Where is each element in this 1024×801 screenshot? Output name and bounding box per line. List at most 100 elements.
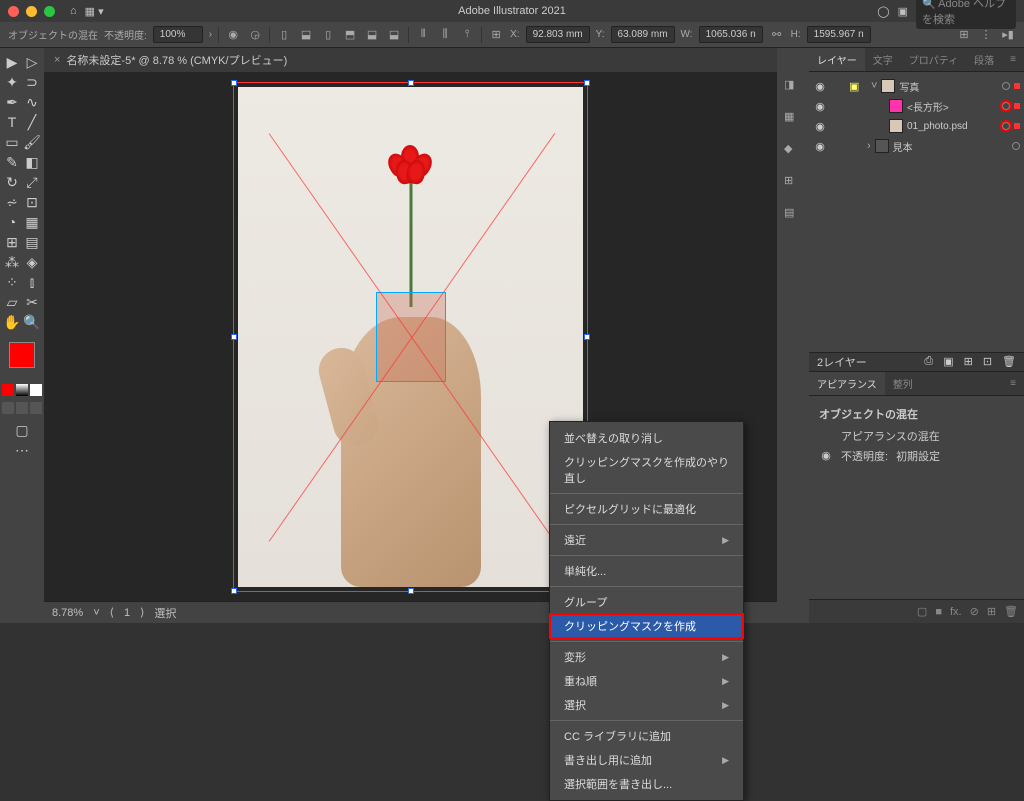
- mesh-tool[interactable]: ⊞: [2, 232, 22, 252]
- hand-tool[interactable]: ✋: [2, 312, 22, 332]
- opacity-arrow[interactable]: ›: [209, 29, 212, 40]
- target-icon[interactable]: [1012, 142, 1020, 150]
- align-bottom-icon[interactable]: ⬓: [386, 27, 402, 43]
- rect-tool[interactable]: ▭: [2, 132, 22, 152]
- free-transform-tool[interactable]: ⊡: [22, 192, 42, 212]
- artboard-tool[interactable]: ▱: [2, 292, 22, 312]
- style-icon[interactable]: ◉: [225, 27, 241, 43]
- locate-layer-icon[interactable]: ⎙: [924, 355, 933, 368]
- cm-cc-library[interactable]: CC ライブラリに追加: [550, 724, 743, 748]
- recolor-icon[interactable]: ◶: [247, 27, 263, 43]
- visibility-icon[interactable]: ◉: [813, 100, 827, 113]
- dist-h-icon[interactable]: ⫴: [415, 27, 431, 43]
- new-sublayer-icon[interactable]: ⊞: [964, 355, 973, 368]
- cm-perspective[interactable]: 遠近▶: [550, 528, 743, 552]
- align-right-icon[interactable]: ▯: [320, 27, 336, 43]
- add-fill-icon[interactable]: ■: [935, 606, 942, 618]
- tab-paragraph[interactable]: 段落: [966, 48, 1002, 71]
- delete-icon[interactable]: 🗑: [1004, 605, 1018, 618]
- y-input[interactable]: 63.089 mm: [611, 26, 675, 43]
- graph-tool[interactable]: ⫾: [22, 272, 42, 292]
- gradient-mode[interactable]: [16, 384, 28, 396]
- maximize-window[interactable]: [44, 6, 55, 17]
- transform-anchor-icon[interactable]: ⊞: [488, 27, 504, 43]
- add-effect-icon[interactable]: fx.: [950, 606, 962, 618]
- w-input[interactable]: 1065.036 n: [699, 26, 763, 43]
- blend-tool[interactable]: ◈: [22, 252, 42, 272]
- visibility-icon[interactable]: ◉: [819, 449, 833, 462]
- zoom-level[interactable]: 8.78%: [52, 607, 83, 619]
- layer-row-photo[interactable]: ◉ ▣ ˅ 写真: [809, 76, 1024, 96]
- shaper-tool[interactable]: ✎: [2, 152, 22, 172]
- close-tab-icon[interactable]: ×: [54, 54, 60, 66]
- layer-row-sample[interactable]: ◉ › 見本: [809, 136, 1024, 156]
- delete-layer-icon[interactable]: 🗑: [1002, 355, 1016, 368]
- align-center-icon[interactable]: ⬓: [298, 27, 314, 43]
- rotate-tool[interactable]: ↻: [2, 172, 22, 192]
- scale-tool[interactable]: ⤢: [22, 172, 42, 192]
- target-icon[interactable]: [1002, 82, 1010, 90]
- document-tab[interactable]: × 名称未設定-5* @ 8.78 % (CMYK/プレビュー): [44, 48, 777, 72]
- user-icon[interactable]: ◯: [877, 5, 889, 18]
- make-clip-icon[interactable]: ▣: [943, 355, 953, 368]
- h-input[interactable]: 1595.967 n: [807, 26, 871, 43]
- arrange-docs-icon[interactable]: ▦ ▾: [85, 5, 104, 18]
- fill-stroke-swatch[interactable]: [9, 336, 35, 368]
- draw-normal[interactable]: [2, 402, 14, 414]
- cm-redo[interactable]: クリッピングマスクを作成のやり直し: [550, 450, 743, 490]
- dist-space-icon[interactable]: ⫯: [459, 27, 475, 43]
- dist-v-icon[interactable]: ⫼: [437, 27, 453, 43]
- direct-select-tool[interactable]: ▷: [22, 52, 42, 72]
- link-wh-icon[interactable]: ⚯: [769, 27, 785, 43]
- align-top-icon[interactable]: ⬒: [342, 27, 358, 43]
- target-icon[interactable]: [1002, 102, 1010, 110]
- edit-toolbar[interactable]: ⋯: [12, 440, 32, 460]
- dock-color-icon[interactable]: ◆: [784, 142, 802, 160]
- symbol-sprayer-tool[interactable]: ⁘: [2, 272, 22, 292]
- screen-mode[interactable]: ▢: [12, 420, 32, 440]
- cm-simplify[interactable]: 単純化...: [550, 559, 743, 583]
- align-middle-icon[interactable]: ⬓: [364, 27, 380, 43]
- home-icon[interactable]: ⌂: [70, 5, 77, 17]
- cm-arrange[interactable]: 重ね順▶: [550, 669, 743, 693]
- appearance-opacity-value[interactable]: 初期設定: [896, 448, 940, 464]
- align-left-icon[interactable]: ▯: [276, 27, 292, 43]
- cm-group[interactable]: グループ: [550, 590, 743, 614]
- perspective-tool[interactable]: ▦: [22, 212, 42, 232]
- duplicate-icon[interactable]: ⊞: [987, 605, 996, 618]
- tab-text[interactable]: 文字: [865, 48, 901, 71]
- tab-properties[interactable]: プロパティ: [901, 48, 966, 71]
- new-layer-icon[interactable]: ⊡: [983, 355, 992, 368]
- visibility-icon[interactable]: ◉: [813, 120, 827, 133]
- cm-pixel-grid[interactable]: ピクセルグリッドに最適化: [550, 497, 743, 521]
- add-stroke-icon[interactable]: ▢: [917, 605, 927, 618]
- visibility-icon[interactable]: ◉: [813, 80, 827, 93]
- dock-brushes-icon[interactable]: ▤: [784, 206, 802, 224]
- cm-undo[interactable]: 並べ替えの取り消し: [550, 426, 743, 450]
- dock-properties-icon[interactable]: ◨: [784, 78, 802, 96]
- type-tool[interactable]: T: [2, 112, 22, 132]
- width-tool[interactable]: ⩫: [2, 192, 22, 212]
- layer-row-photo-psd[interactable]: ◉ 01_photo.psd: [809, 116, 1024, 136]
- curvature-tool[interactable]: ∿: [22, 92, 42, 112]
- cm-make-clipping-mask[interactable]: クリッピングマスクを作成: [550, 614, 743, 638]
- none-mode[interactable]: [30, 384, 42, 396]
- minimize-window[interactable]: [26, 6, 37, 17]
- cm-transform[interactable]: 変形▶: [550, 645, 743, 669]
- draw-behind[interactable]: [16, 402, 28, 414]
- target-icon[interactable]: [1002, 122, 1010, 130]
- panel-menu-icon[interactable]: ≡: [1002, 372, 1024, 395]
- dock-libraries-icon[interactable]: ▦: [784, 110, 802, 128]
- gradient-tool[interactable]: ▤: [22, 232, 42, 252]
- tab-appearance[interactable]: アピアランス: [809, 372, 885, 395]
- x-input[interactable]: 92.803 mm: [526, 26, 590, 43]
- eyedropper-tool[interactable]: ⁂: [2, 252, 22, 272]
- zoom-arrow[interactable]: ˅: [93, 607, 99, 619]
- help-search[interactable]: 🔍 Adobe ヘルプを検索: [916, 0, 1016, 29]
- magic-wand-tool[interactable]: ✦: [2, 72, 22, 92]
- selection-tool[interactable]: ▶: [2, 52, 22, 72]
- eraser-tool[interactable]: ◧: [22, 152, 42, 172]
- draw-inside[interactable]: [30, 402, 42, 414]
- tab-align[interactable]: 整列: [885, 372, 921, 395]
- tab-layers[interactable]: レイヤー: [809, 48, 865, 71]
